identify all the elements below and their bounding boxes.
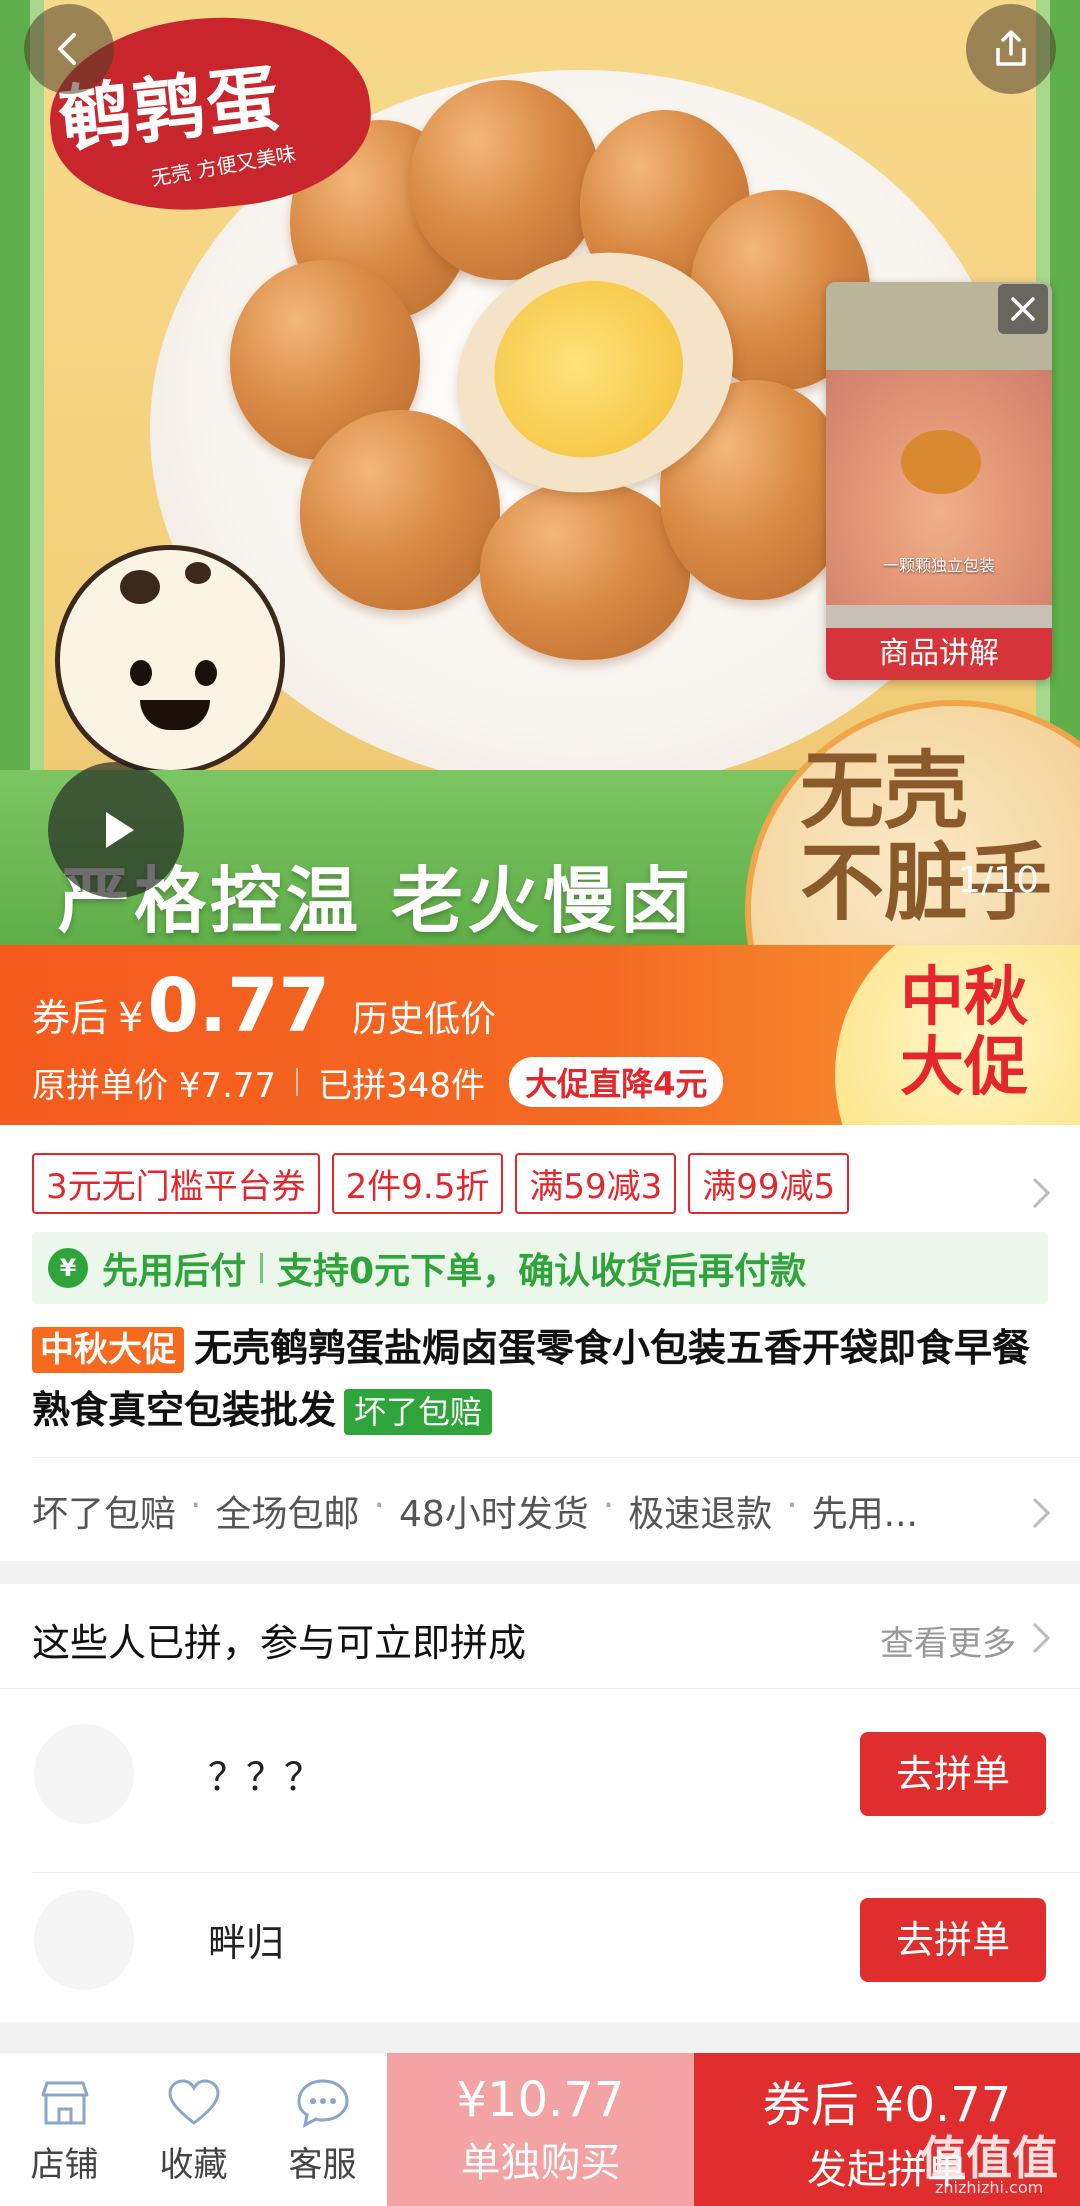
divider [260, 1253, 264, 1283]
separator-dot: · [373, 1485, 385, 1526]
original-price: 原拼单价 ¥7.77 [32, 1065, 277, 1106]
price-banner: 中秋 大促 券后 ¥ 0.77 历史低价 原拼单价 ¥7.77 已拼348件 大… [0, 945, 1080, 1125]
bottom-action-bar: 店铺 收藏 客服 ¥10.77 单独购买 券后 ¥0.77 发起拼单 [0, 2052, 1080, 2206]
service-list[interactable]: 坏了包赔 · 全场包邮 · 48小时发货 · 极速退款 · 先用... [32, 1485, 918, 1537]
service-item: 极速退款 [628, 1494, 773, 1535]
tab-shop[interactable]: 店铺 [0, 2053, 129, 2206]
mascot-spot [120, 570, 160, 604]
tab-label: 店铺 [30, 2144, 99, 2185]
avatar [34, 1724, 134, 1824]
service-item: 先用... [811, 1494, 919, 1535]
egg-yolk [471, 256, 707, 482]
tab-label: 收藏 [159, 2144, 228, 2185]
separator-dot: · [786, 1485, 798, 1526]
divider [32, 1457, 1080, 1458]
sold-count: 已拼348件 [318, 1065, 486, 1106]
buy-alone-label: 单独购买 [460, 2140, 621, 2186]
pay-later-desc: 支持0元下单，确认收货后再付款 [277, 1251, 807, 1292]
chevron-right-icon[interactable] [1030, 1620, 1052, 1656]
no-shell-badge-text: 无壳 不脏手 [800, 745, 1060, 929]
product-page: 鹌鹑蛋 无壳 方便又美味 无壳 不脏手 严格控温 老火慢卤 1/10 一颗颗独立… [0, 0, 1080, 2206]
video-egg-illustration [901, 430, 981, 494]
play-icon [106, 812, 134, 848]
heart-icon [164, 2075, 224, 2131]
join-group-button[interactable]: 去拼单 [860, 1898, 1046, 1982]
coupon-price-row: 券后 ¥ 0.77 历史低价 [32, 963, 496, 1049]
view-more-link[interactable]: 查看更多 [880, 1616, 1016, 1665]
product-image-carousel[interactable]: 鹌鹑蛋 无壳 方便又美味 无壳 不脏手 严格控温 老火慢卤 1/10 一颗颗独立… [0, 0, 1080, 945]
mascot-eye [195, 660, 217, 686]
coupon-tag[interactable]: 3元无门槛平台券 [32, 1153, 320, 1214]
pay-later-bar[interactable]: 先用后付 支持0元下单，确认收货后再付款 [32, 1232, 1048, 1304]
service-item: 48小时发货 [398, 1494, 589, 1535]
price-drop-tag: 大促直降4元 [509, 1057, 724, 1107]
group-user-name: 畔归 [208, 1921, 285, 1965]
divider [0, 1688, 1080, 1689]
shop-icon [35, 2075, 95, 2131]
coupon-tag[interactable]: 满99减5 [688, 1153, 850, 1214]
group-buy-title: 这些人已拼，参与可立即拼成 [32, 1621, 527, 1665]
promo-tag: 中秋大促 [32, 1327, 184, 1373]
back-button[interactable] [24, 4, 114, 94]
chevron-right-icon[interactable] [1030, 1495, 1052, 1531]
price-value: 0.77 [147, 963, 331, 1049]
play-video-button[interactable] [48, 762, 184, 898]
egg-illustration [480, 480, 690, 660]
promo-badge: 中秋 大促 [900, 963, 1028, 1103]
coupon-tag[interactable]: 2件9.5折 [331, 1153, 504, 1214]
price-meta-row: 原拼单价 ¥7.77 已拼348件 大促直降4元 [32, 1057, 724, 1107]
mascot-spot [185, 562, 211, 584]
service-item: 坏了包赔 [32, 1494, 177, 1535]
pay-later-title: 先用后付 [102, 1251, 247, 1292]
product-info-section: 3元无门槛平台券 2件9.5折 满59减3 满99减5 先用后付 支持0元下单，… [0, 1125, 1080, 1561]
site-watermark-url: zhizhizhi.com [935, 2178, 1044, 2197]
chat-icon [293, 2075, 353, 2131]
chevron-right-icon[interactable] [1030, 1175, 1052, 1211]
share-button[interactable] [966, 4, 1056, 94]
price-prefix: 券后 [32, 996, 109, 1040]
group-user-name: ？？？ [208, 1755, 323, 1799]
image-counter: 1/10 [958, 860, 1039, 901]
chevron-left-icon [58, 33, 76, 65]
divider [296, 1068, 299, 1096]
tab-label: 客服 [288, 2144, 357, 2185]
mascot-eye [130, 660, 152, 686]
coupon-tag[interactable]: 满59减3 [515, 1153, 677, 1214]
promo-line-2: 大促 [900, 1031, 1028, 1105]
close-icon [1011, 297, 1035, 321]
join-group-button[interactable]: 去拼单 [860, 1732, 1046, 1816]
badge-line-1: 无壳 [800, 742, 969, 840]
tab-customer-service[interactable]: 客服 [258, 2053, 387, 2206]
pay-later-icon [48, 1248, 88, 1288]
share-icon [996, 30, 1026, 66]
product-explain-video-card[interactable]: 一颗颗独立包装 商品讲解 [826, 282, 1052, 680]
buy-alone-price: ¥10.77 [456, 2072, 625, 2128]
video-caption: 一颗颗独立包装 [882, 556, 995, 575]
egg-mascot-illustration [55, 545, 285, 775]
currency-symbol: ¥ [118, 995, 144, 1041]
service-item: 全场包邮 [215, 1494, 360, 1535]
group-buy-row: 畔归 去拼单 [0, 1856, 1080, 2022]
separator-dot: · [602, 1485, 615, 1526]
group-buy-row: ？？？ 去拼单 [0, 1690, 1080, 1856]
coupon-list[interactable]: 3元无门槛平台券 2件9.5折 满59减3 满99减5 [32, 1153, 861, 1214]
egg-illustration [300, 410, 500, 610]
tab-favorite[interactable]: 收藏 [129, 2053, 258, 2206]
separator-dot: · [190, 1485, 202, 1526]
avatar [34, 1890, 134, 1990]
group-buy-section: 这些人已拼，参与可立即拼成 查看更多 ？？？ 去拼单 畔归 去拼单 [0, 1584, 1080, 2022]
guarantee-badge: 坏了包赔 [344, 1389, 493, 1435]
video-label: 商品讲解 [826, 628, 1052, 680]
price-note: 历史低价 [352, 999, 497, 1040]
buy-alone-button[interactable]: ¥10.77 单独购买 [387, 2053, 694, 2206]
product-title: 中秋大促 无壳鹌鹑蛋盐焗卤蛋零食小包装五香开袋即食早餐熟食真空包装批发 坏了包赔 [32, 1317, 1048, 1441]
egg-illustration [410, 80, 600, 280]
video-close-button[interactable] [998, 284, 1048, 334]
promo-line-1: 中秋 [900, 961, 1028, 1035]
mascot-mouth [140, 700, 210, 730]
